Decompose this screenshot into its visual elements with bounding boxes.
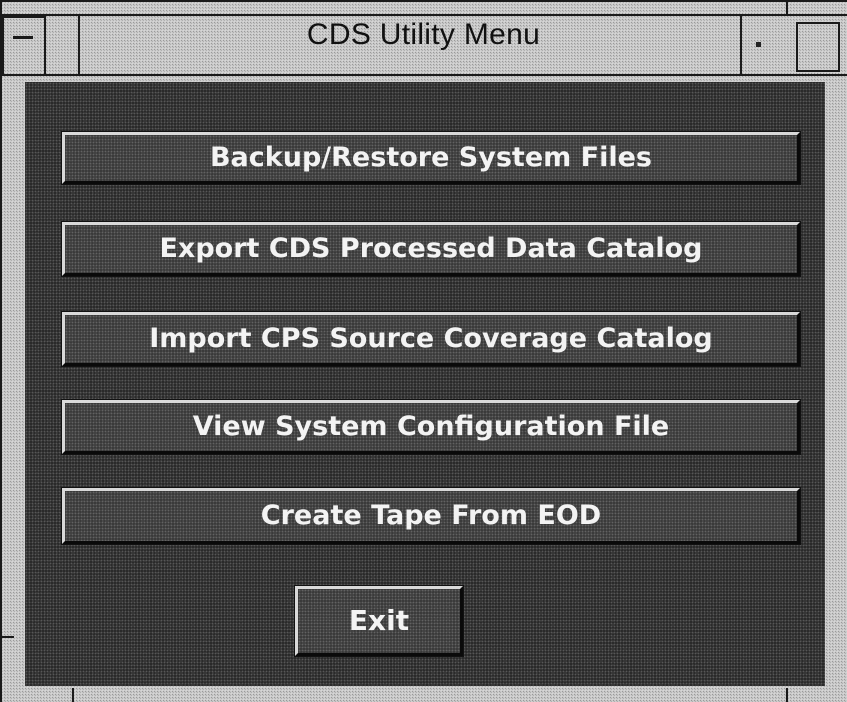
window-title: CDS Utility Menu (306, 18, 541, 51)
import-catalog-label: Import CPS Source Coverage Catalog (149, 323, 713, 354)
cds-utility-window: CDS Utility Menu Backup/Restore System F… (0, 0, 847, 702)
minimize-icon (756, 42, 761, 47)
exit-label: Exit (348, 604, 410, 637)
exit-button[interactable]: Exit (295, 586, 463, 656)
frame-left-border (0, 0, 2, 702)
frame-bottom-tick-left (72, 688, 74, 702)
create-tape-label: Create Tape From EOD (260, 500, 602, 531)
backup-restore-label: Backup/Restore System Files (209, 142, 653, 173)
import-catalog-button[interactable]: Import CPS Source Coverage Catalog (62, 312, 800, 366)
export-catalog-label: Export CDS Processed Data Catalog (159, 233, 703, 264)
view-config-button[interactable]: View System Configuration File (62, 400, 800, 454)
titlebar-bottom-line (2, 74, 847, 76)
export-catalog-button[interactable]: Export CDS Processed Data Catalog (62, 222, 800, 276)
frame-left-tick (0, 636, 14, 638)
titlebar-top-line (2, 14, 847, 16)
maximize-button[interactable] (796, 22, 840, 72)
create-tape-button[interactable]: Create Tape From EOD (62, 488, 800, 544)
frame-top-border (0, 0, 847, 2)
frame-bottom-tick-right (786, 688, 788, 702)
menu-panel: Backup/Restore System Files Export CDS P… (25, 82, 825, 686)
backup-restore-button[interactable]: Backup/Restore System Files (62, 132, 800, 184)
view-config-label: View System Configuration File (192, 411, 670, 442)
